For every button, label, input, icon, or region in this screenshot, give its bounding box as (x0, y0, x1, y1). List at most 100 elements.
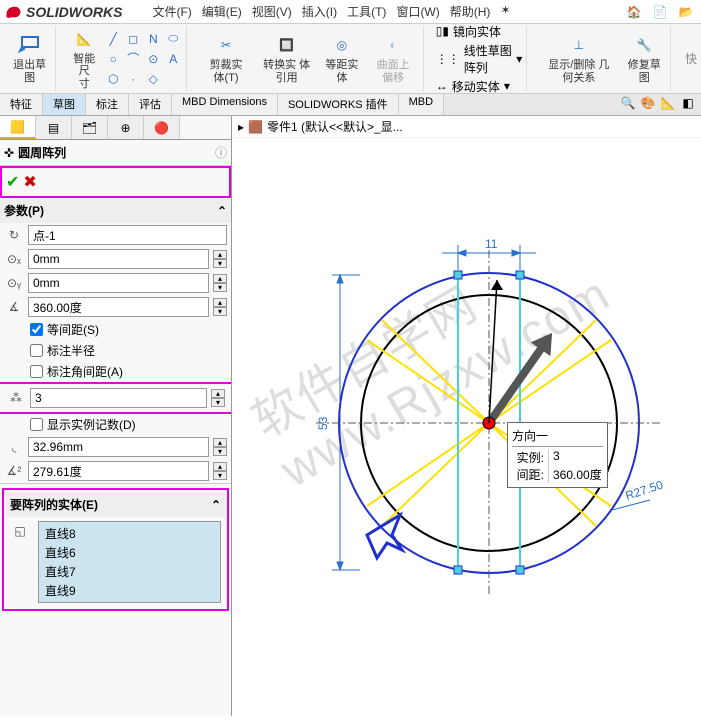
center-x-icon: ⊙ₓ (4, 249, 24, 269)
tab-plugins[interactable]: SOLIDWORKS 插件 (278, 94, 399, 115)
panel-tab-appearance[interactable]: 🔴 (144, 116, 180, 139)
show-count-checkbox[interactable] (30, 418, 43, 431)
exit-sketch-button[interactable]: 退出草 图 (8, 31, 51, 85)
main-toolbar: 退出草 图 📐 智能尺 寸 ╱◻N⬭ ○⌒⊙A ⬡·◇ ✂ 剪裁实 体(T) 🔲… (0, 24, 701, 94)
widget-icon[interactable]: ◧ (679, 94, 697, 112)
params-section-header[interactable]: 参数(P) ⌃ (0, 198, 231, 223)
radius-input[interactable] (28, 437, 209, 457)
surface-icon: ◐ (381, 33, 405, 57)
menu-insert[interactable]: 插入(I) (302, 3, 337, 20)
axis-icon: ↻ (4, 225, 24, 245)
menu-tools[interactable]: 工具(T) (347, 3, 386, 20)
tab-sketch[interactable]: 草图 (43, 94, 86, 115)
move-button[interactable]: ↔移动实体 ▾ (436, 78, 523, 95)
toolbar-extra: 快 (679, 26, 697, 91)
tab-feature[interactable]: 特征 (0, 94, 43, 115)
relations-icon: ⊥ (567, 33, 591, 57)
entity-item[interactable]: 直线6 (41, 543, 218, 562)
dim-angular-checkbox[interactable] (30, 365, 43, 378)
entity-list[interactable]: 直线8 直线6 直线7 直线9 (38, 521, 221, 603)
search-icon[interactable]: 🔍 (619, 94, 637, 112)
tab-evaluate[interactable]: 评估 (129, 94, 172, 115)
main-menu: 文件(F) 编辑(E) 视图(V) 插入(I) 工具(T) 窗口(W) 帮助(H… (152, 3, 510, 20)
panel-tab-feature[interactable]: 🟨 (0, 116, 36, 139)
menu-edit[interactable]: 编辑(E) (202, 3, 242, 20)
part-icon: 🟫 (248, 120, 263, 134)
tooltip-spacing[interactable]: 360.00度 (548, 466, 603, 483)
open-icon[interactable]: 📂 (675, 1, 697, 23)
panel-tab-display[interactable]: ▤ (36, 116, 72, 139)
breadcrumb-part[interactable]: 零件1 (默认<<默认>_显... (267, 118, 403, 135)
display-relations-button[interactable]: ⊥ 显示/删除 几何关系 (539, 31, 618, 85)
cancel-button[interactable]: ✖ (23, 172, 36, 192)
cursor-arrow-icon (367, 515, 402, 558)
surface-offset-button[interactable]: ◐ 曲面上 偏移 (367, 31, 418, 85)
smart-dimension-button[interactable]: 📐 智能尺 寸 (68, 25, 100, 91)
pattern-icon: ⋮⋮ (436, 52, 460, 66)
mirror-button[interactable]: ▯▮镜向实体 (436, 23, 523, 40)
offset-button[interactable]: ◎ 等距实 体 (320, 31, 363, 85)
section-icon[interactable]: 📐 (659, 94, 677, 112)
move-icon: ↔ (436, 79, 448, 93)
tab-annotate[interactable]: 标注 (86, 94, 129, 115)
instances-input[interactable] (30, 388, 207, 408)
spinner-down[interactable]: ▾ (213, 259, 227, 268)
tab-mbd-dimensions[interactable]: MBD Dimensions (172, 94, 278, 115)
confirm-bar: ✔ ✖ (0, 166, 231, 198)
panel-tab-config[interactable]: 🗂 (72, 116, 108, 139)
tooltip-instances[interactable]: 3 (548, 449, 603, 466)
menu-window[interactable]: 窗口(W) (396, 3, 439, 20)
dim-radius-checkbox[interactable] (30, 344, 43, 357)
solidworks-logo-icon (4, 2, 24, 22)
axis-input[interactable] (28, 225, 227, 245)
breadcrumb-collapse-icon[interactable]: ▸ (238, 120, 244, 134)
center-y-input[interactable] (28, 273, 209, 293)
graphics-canvas[interactable]: ▸ 🟫 零件1 (默认<<默认>_显... 软件自学网 www.Rjzxw.co… (232, 116, 701, 716)
panel-tab-dimxpert[interactable]: ⊕ (108, 116, 144, 139)
linear-pattern-button[interactable]: ⋮⋮线性草图阵列 ▾ (436, 42, 523, 76)
mirror-icon: ▯▮ (436, 24, 449, 38)
instances-icon: ⁂ (6, 388, 26, 408)
menu-file[interactable]: 文件(F) (152, 3, 191, 20)
feature-title: 圆周阵列 (18, 144, 66, 161)
arc-angle-input[interactable] (28, 461, 209, 481)
feature-title-row: ✜ 圆周阵列 ⓘ (0, 140, 231, 166)
menu-help[interactable]: 帮助(H) (450, 3, 491, 20)
convert-button[interactable]: 🔲 转换实 体引用 (257, 31, 317, 85)
convert-icon: 🔲 (275, 33, 299, 57)
trim-button[interactable]: ✂ 剪裁实 体(T) (199, 31, 253, 85)
menu-star-icon[interactable]: ✶ (500, 3, 510, 20)
spinner-up[interactable]: ▴ (213, 250, 227, 259)
equal-spacing-checkbox[interactable] (30, 323, 43, 336)
dimension-icon: 📐 (72, 27, 96, 51)
entity-item[interactable]: 直线8 (41, 524, 218, 543)
entity-item[interactable]: 直线9 (41, 581, 218, 600)
app-logo: SOLIDWORKS (4, 2, 122, 22)
app-name: SOLIDWORKS (26, 4, 122, 20)
property-manager: 🟨 ▤ 🗂 ⊕ 🔴 ✜ 圆周阵列 ⓘ ✔ ✖ 参数(P) ⌃ ↻ ⊙ₓ (0, 116, 232, 716)
repair-icon: 🔧 (632, 33, 656, 57)
repair-sketch-button[interactable]: 🔧 修复草 图 (622, 31, 666, 85)
home-icon[interactable]: 🏠 (623, 1, 645, 23)
help-icon[interactable]: ⓘ (215, 144, 227, 161)
exit-sketch-icon (18, 33, 42, 57)
offset-icon: ◎ (330, 33, 354, 57)
center-x-input[interactable] (28, 249, 209, 269)
view-settings-icon[interactable]: 🎨 (639, 94, 657, 112)
angle-input[interactable] (28, 297, 209, 317)
quick-access: 🏠 📄 📂 (623, 1, 697, 23)
feature-breadcrumb: ▸ 🟫 零件1 (默认<<默认>_显... (232, 116, 701, 138)
collapse-icon: ⌃ (211, 498, 221, 512)
ok-button[interactable]: ✔ (6, 172, 19, 192)
menu-view[interactable]: 视图(V) (252, 3, 292, 20)
command-tabs: 特征 草图 标注 评估 MBD Dimensions SOLIDWORKS 插件… (0, 94, 701, 116)
dim-radius: R27.50 (624, 477, 665, 502)
new-icon[interactable]: 📄 (649, 1, 671, 23)
entities-section-header[interactable]: 要阵列的实体(E) ⌃ (6, 492, 225, 517)
tab-mbd[interactable]: MBD (399, 94, 444, 115)
pattern-tooltip: 方向一 实例: 3 间距: 360.00度 (507, 422, 608, 488)
trim-icon: ✂ (214, 33, 238, 57)
entity-item[interactable]: 直线7 (41, 562, 218, 581)
sketch-drawing: 11 53 (232, 140, 701, 720)
radius-icon: ◟ (4, 437, 24, 457)
